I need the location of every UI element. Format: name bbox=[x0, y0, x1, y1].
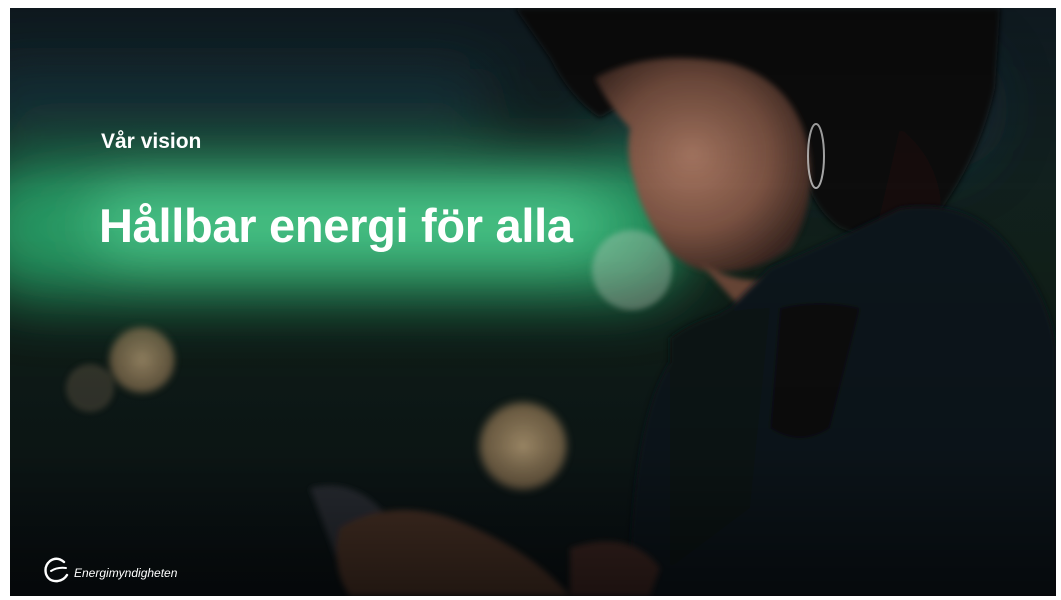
background-photo bbox=[10, 8, 1056, 596]
presentation-slide: Vår vision Hållbar energi för alla Energ… bbox=[10, 8, 1056, 596]
brand-name: Energimyndigheten bbox=[74, 566, 178, 580]
slide-headline: Hållbar energi för alla bbox=[99, 199, 573, 252]
slide-eyebrow-title: Vår vision bbox=[101, 130, 202, 153]
energimyndigheten-logo-icon bbox=[44, 557, 69, 583]
brand-logo: Energimyndigheten bbox=[42, 556, 177, 584]
